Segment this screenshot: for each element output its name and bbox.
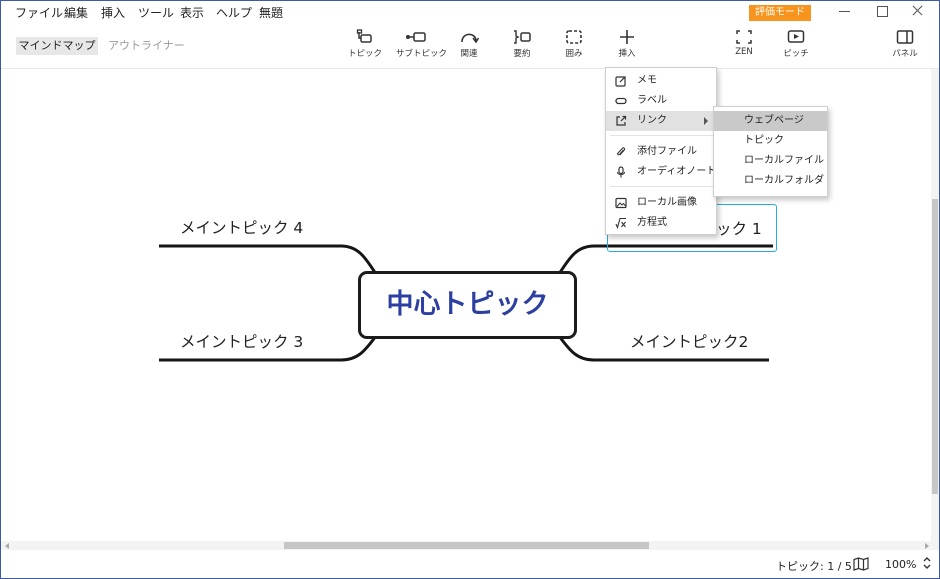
relation-button[interactable]: 関連 (449, 29, 489, 65)
panel-icon (896, 30, 914, 44)
boundary-button-label: 囲み (565, 49, 583, 59)
menu-item-memo[interactable]: メモ (606, 71, 716, 91)
summary-icon (514, 30, 531, 44)
close-icon[interactable] (910, 3, 926, 19)
vertical-scrollbar[interactable] (931, 69, 939, 541)
menu-item-audio-note[interactable]: オーディオノート (606, 162, 716, 182)
submenu-item-webpage[interactable]: ウェブページ (714, 111, 827, 131)
menu-item-link[interactable]: リンク (606, 111, 716, 131)
image-icon (615, 197, 627, 209)
maximize-icon[interactable] (874, 3, 890, 19)
map-icon[interactable] (853, 557, 869, 571)
app-window: ファイル 編集 挿入 ツール 表示 ヘルプ 無題 評価モード マインドマップ ア… (0, 0, 940, 579)
link-submenu: ウェブページ トピック ローカルファイル ローカルフォルダ (713, 106, 828, 197)
submenu-item-local-folder[interactable]: ローカルフォルダ (714, 171, 827, 191)
zen-icon (736, 30, 752, 44)
tab-mindmap[interactable]: マインドマップ (16, 37, 98, 55)
relation-button-label: 関連 (460, 49, 478, 59)
menu-item-link-label: リンク (637, 115, 667, 126)
menu-item-memo-label: メモ (637, 75, 657, 86)
menu-insert[interactable]: 挿入 (101, 4, 125, 21)
scroll-left-icon[interactable] (5, 543, 9, 549)
menu-divider (610, 186, 714, 187)
subtopic-button-label: サブトピック (396, 49, 448, 59)
label-icon (615, 97, 627, 105)
horizontal-scrollbar[interactable] (1, 541, 939, 550)
menu-item-attachment-label: 添付ファイル (637, 146, 697, 157)
memo-icon (615, 76, 626, 87)
boundary-button[interactable]: 囲み (554, 29, 594, 65)
zen-button[interactable]: ZEN (724, 29, 764, 65)
relation-icon (461, 33, 479, 44)
microphone-icon (616, 166, 626, 178)
menu-item-equation-label: 方程式 (637, 217, 667, 228)
menu-tools[interactable]: ツール (138, 4, 174, 21)
equation-icon (615, 217, 626, 229)
topic-button-label: トピック (347, 49, 382, 59)
menu-help[interactable]: ヘルプ (216, 4, 252, 21)
link-icon (616, 115, 627, 126)
pitch-button-label: ピッチ (783, 49, 809, 59)
document-title: 無題 (259, 6, 284, 20)
main-topic-3[interactable]: メイントピック 3 (180, 330, 303, 352)
summary-button[interactable]: 要約 (502, 29, 542, 65)
subtopic-button[interactable]: サブトピック (396, 29, 448, 65)
summary-button-label: 要約 (513, 49, 531, 59)
menu-item-equation[interactable]: 方程式 (606, 213, 716, 233)
status-bar: トピック: 1 / 5 100% (1, 550, 939, 578)
tab-outliner[interactable]: アウトライナー (108, 37, 185, 55)
scroll-right-icon[interactable] (925, 543, 929, 549)
menu-item-attachment[interactable]: 添付ファイル (606, 142, 716, 162)
paperclip-icon (617, 147, 626, 156)
menu-bar: ファイル 編集 挿入 ツール 表示 ヘルプ 無題 評価モード (1, 1, 939, 23)
menu-item-label-label: ラベル (637, 95, 667, 106)
zen-button-label: ZEN (735, 47, 753, 57)
menu-file[interactable]: ファイル (15, 4, 63, 21)
menu-item-local-image[interactable]: ローカル画像 (606, 193, 716, 213)
main-topic-2[interactable]: メイントピック2 (630, 330, 748, 352)
vertical-scroll-thumb[interactable] (932, 199, 938, 494)
insert-button-label: 挿入 (618, 49, 636, 59)
boundary-icon (566, 30, 582, 44)
submenu-arrow-icon (704, 117, 708, 125)
central-topic[interactable]: 中心トピック (358, 271, 577, 339)
menu-item-local-image-label: ローカル画像 (637, 197, 697, 208)
plus-icon (620, 30, 634, 44)
menu-item-label[interactable]: ラベル (606, 91, 716, 111)
topic-icon (356, 29, 372, 43)
topic-count: トピック: 1 / 5 (776, 560, 852, 573)
insert-button[interactable]: 挿入 (607, 29, 647, 65)
menu-divider (610, 135, 714, 136)
panel-button[interactable]: パネル (885, 29, 925, 65)
horizontal-scroll-thumb[interactable] (284, 542, 649, 549)
zoom-level: 100% (885, 558, 917, 571)
play-icon (787, 30, 805, 43)
insert-context-menu: メモ ラベル リンク 添付ファイル オーディオノート ローカル画像 方程式 (605, 67, 717, 235)
menu-item-audio-note-label: オーディオノート (637, 166, 717, 177)
menu-view[interactable]: 表示 (180, 4, 204, 21)
submenu-item-topic[interactable]: トピック (714, 131, 827, 151)
subtopic-icon (406, 32, 426, 42)
topic-button[interactable]: トピック (345, 29, 385, 65)
menu-edit[interactable]: 編集 (64, 4, 88, 21)
panel-button-label: パネル (892, 49, 918, 59)
zoom-stepper-icon[interactable] (922, 555, 932, 571)
submenu-item-local-file[interactable]: ローカルファイル (714, 151, 827, 171)
minimize-icon[interactable] (837, 3, 853, 19)
eval-mode-badge[interactable]: 評価モード (749, 5, 811, 21)
main-topic-4[interactable]: メイントピック 4 (180, 216, 303, 238)
pitch-button[interactable]: ピッチ (776, 29, 816, 65)
